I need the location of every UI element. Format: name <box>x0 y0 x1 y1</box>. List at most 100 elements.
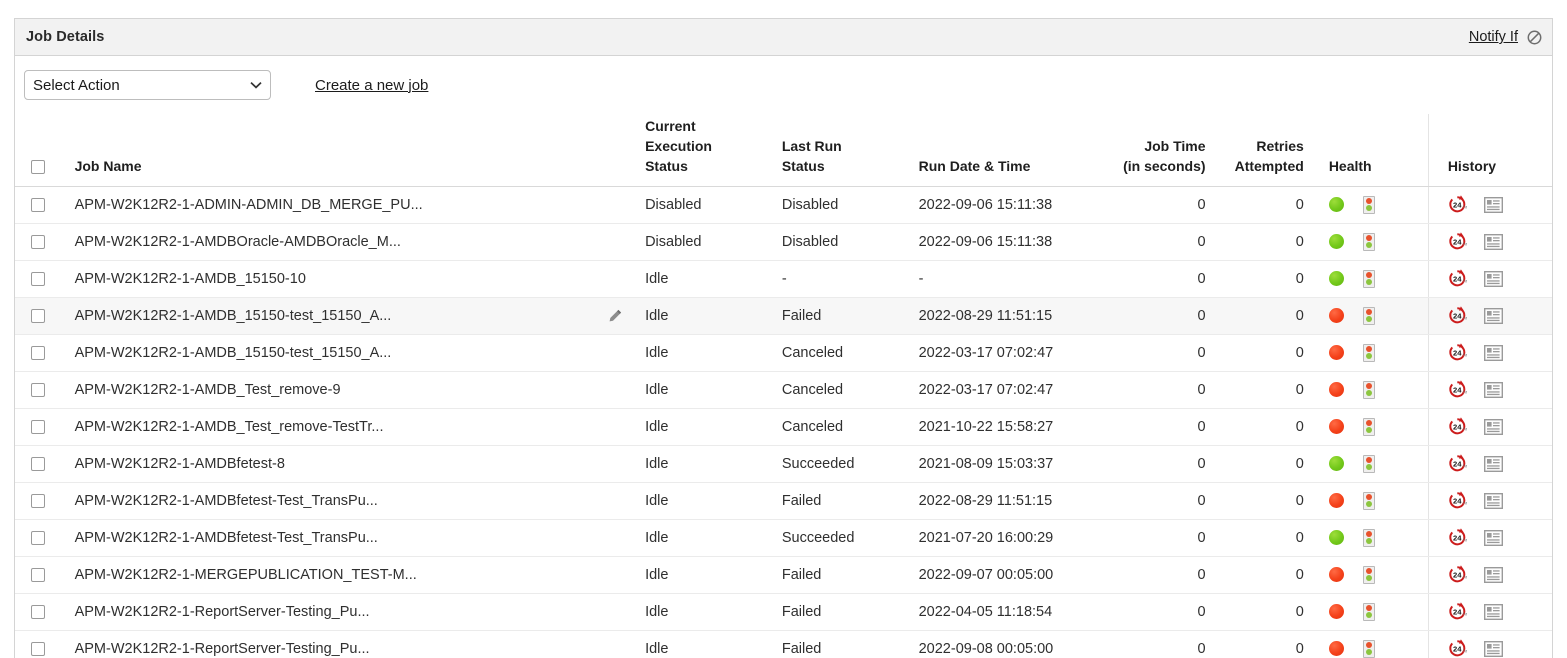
traffic-light-icon[interactable] <box>1363 233 1375 251</box>
table-row[interactable]: APM-W2K12R2-1-AMDB_Test_remove-TestTr...… <box>15 408 1552 445</box>
table-row[interactable]: APM-W2K12R2-1-AMDBfetest-8IdleSucceeded2… <box>15 445 1552 482</box>
traffic-light-icon[interactable] <box>1363 492 1375 510</box>
report-icon[interactable] <box>1484 567 1503 583</box>
report-icon[interactable] <box>1484 271 1503 287</box>
status-dot-icon[interactable] <box>1329 641 1344 656</box>
traffic-light-icon[interactable] <box>1363 603 1375 621</box>
24hr-history-icon[interactable]: 24hr <box>1448 232 1467 251</box>
cell-job-name[interactable]: APM-W2K12R2-1-AMDB_15150-test_15150_A... <box>62 334 637 371</box>
status-dot-icon[interactable] <box>1329 419 1344 434</box>
report-icon[interactable] <box>1484 456 1503 472</box>
traffic-light-icon[interactable] <box>1363 640 1375 658</box>
status-dot-icon[interactable] <box>1329 345 1344 360</box>
row-checkbox[interactable] <box>31 494 45 508</box>
report-icon[interactable] <box>1484 641 1503 657</box>
traffic-light-icon[interactable] <box>1363 455 1375 473</box>
table-row[interactable]: APM-W2K12R2-1-ADMIN-ADMIN_DB_MERGE_PU...… <box>15 186 1552 223</box>
table-row[interactable]: APM-W2K12R2-1-AMDBfetest-Test_TransPu...… <box>15 519 1552 556</box>
cell-job-name[interactable]: APM-W2K12R2-1-AMDB_Test_remove-TestTr... <box>62 408 637 445</box>
table-row[interactable]: APM-W2K12R2-1-AMDB_15150-test_15150_A...… <box>15 297 1552 334</box>
status-dot-icon[interactable] <box>1329 382 1344 397</box>
table-row[interactable]: APM-W2K12R2-1-AMDB_15150-10Idle--0024hr <box>15 260 1552 297</box>
report-icon[interactable] <box>1484 308 1503 324</box>
cell-job-name[interactable]: APM-W2K12R2-1-ReportServer-Testing_Pu... <box>62 593 637 630</box>
24hr-history-icon[interactable]: 24hr <box>1448 306 1467 325</box>
status-dot-icon[interactable] <box>1329 530 1344 545</box>
col-header-run-date-time[interactable]: Run Date & Time <box>911 114 1117 186</box>
pencil-icon[interactable] <box>607 308 623 324</box>
24hr-history-icon[interactable]: 24hr <box>1448 565 1467 584</box>
report-icon[interactable] <box>1484 530 1503 546</box>
traffic-light-icon[interactable] <box>1363 196 1375 214</box>
status-dot-icon[interactable] <box>1329 234 1344 249</box>
report-icon[interactable] <box>1484 234 1503 250</box>
24hr-history-icon[interactable]: 24hr <box>1448 195 1467 214</box>
table-row[interactable]: APM-W2K12R2-1-AMDBOracle-AMDBOracle_M...… <box>15 223 1552 260</box>
row-checkbox[interactable] <box>31 568 45 582</box>
24hr-history-icon[interactable]: 24hr <box>1448 380 1467 399</box>
report-icon[interactable] <box>1484 382 1503 398</box>
cell-job-name[interactable]: APM-W2K12R2-1-AMDB_Test_remove-9 <box>62 371 637 408</box>
cell-job-name[interactable]: APM-W2K12R2-1-ReportServer-Testing_Pu... <box>62 630 637 658</box>
cell-job-name[interactable]: APM-W2K12R2-1-AMDBfetest-Test_TransPu... <box>62 482 637 519</box>
row-checkbox[interactable] <box>31 235 45 249</box>
col-header-retries-attempted[interactable]: Retries Attempted <box>1215 114 1313 186</box>
status-dot-icon[interactable] <box>1329 271 1344 286</box>
traffic-light-icon[interactable] <box>1363 418 1375 436</box>
table-row[interactable]: APM-W2K12R2-1-ReportServer-Testing_Pu...… <box>15 630 1552 658</box>
24hr-history-icon[interactable]: 24hr <box>1448 491 1467 510</box>
status-dot-icon[interactable] <box>1329 493 1344 508</box>
table-row[interactable]: APM-W2K12R2-1-ReportServer-Testing_Pu...… <box>15 593 1552 630</box>
row-checkbox[interactable] <box>31 642 45 656</box>
24hr-history-icon[interactable]: 24hr <box>1448 639 1467 658</box>
col-header-history[interactable]: History <box>1428 114 1552 186</box>
report-icon[interactable] <box>1484 197 1503 213</box>
row-checkbox[interactable] <box>31 457 45 471</box>
traffic-light-icon[interactable] <box>1363 270 1375 288</box>
col-header-health[interactable]: Health <box>1313 114 1429 186</box>
cell-job-name[interactable]: APM-W2K12R2-1-AMDBfetest-Test_TransPu... <box>62 519 637 556</box>
row-checkbox[interactable] <box>31 198 45 212</box>
select-action-dropdown[interactable]: Select Action <box>24 70 271 100</box>
traffic-light-icon[interactable] <box>1363 381 1375 399</box>
table-row[interactable]: APM-W2K12R2-1-AMDBfetest-Test_TransPu...… <box>15 482 1552 519</box>
row-checkbox[interactable] <box>31 531 45 545</box>
24hr-history-icon[interactable]: 24hr <box>1448 343 1467 362</box>
cell-job-name[interactable]: APM-W2K12R2-1-MERGEPUBLICATION_TEST-M... <box>62 556 637 593</box>
status-dot-icon[interactable] <box>1329 604 1344 619</box>
24hr-history-icon[interactable]: 24hr <box>1448 602 1467 621</box>
traffic-light-icon[interactable] <box>1363 344 1375 362</box>
cell-job-name[interactable]: APM-W2K12R2-1-AMDBOracle-AMDBOracle_M... <box>62 223 637 260</box>
report-icon[interactable] <box>1484 604 1503 620</box>
traffic-light-icon[interactable] <box>1363 566 1375 584</box>
row-checkbox[interactable] <box>31 383 45 397</box>
table-row[interactable]: APM-W2K12R2-1-MERGEPUBLICATION_TEST-M...… <box>15 556 1552 593</box>
create-a-new-job-link[interactable]: Create a new job <box>315 77 428 94</box>
status-dot-icon[interactable] <box>1329 567 1344 582</box>
traffic-light-icon[interactable] <box>1363 529 1375 547</box>
report-icon[interactable] <box>1484 493 1503 509</box>
cell-job-name[interactable]: APM-W2K12R2-1-AMDBfetest-8 <box>62 445 637 482</box>
status-dot-icon[interactable] <box>1329 456 1344 471</box>
status-dot-icon[interactable] <box>1329 197 1344 212</box>
24hr-history-icon[interactable]: 24hr <box>1448 528 1467 547</box>
col-header-job-time[interactable]: Job Time (in seconds) <box>1116 114 1214 186</box>
24hr-history-icon[interactable]: 24hr <box>1448 417 1467 436</box>
select-all-checkbox[interactable] <box>31 160 45 174</box>
col-header-last-run-status[interactable]: Last Run Status <box>774 114 911 186</box>
row-checkbox[interactable] <box>31 420 45 434</box>
status-dot-icon[interactable] <box>1329 308 1344 323</box>
col-header-job-name[interactable]: Job Name <box>62 114 637 186</box>
col-header-current-execution-status[interactable]: Current Execution Status <box>637 114 774 186</box>
cell-job-name[interactable]: APM-W2K12R2-1-AMDB_15150-test_15150_A... <box>62 297 637 334</box>
row-checkbox[interactable] <box>31 272 45 286</box>
report-icon[interactable] <box>1484 345 1503 361</box>
24hr-history-icon[interactable]: 24hr <box>1448 269 1467 288</box>
report-icon[interactable] <box>1484 419 1503 435</box>
row-checkbox[interactable] <box>31 309 45 323</box>
24hr-history-icon[interactable]: 24hr <box>1448 454 1467 473</box>
row-checkbox[interactable] <box>31 605 45 619</box>
notify-if-link[interactable]: Notify If <box>1469 29 1518 45</box>
cell-job-name[interactable]: APM-W2K12R2-1-ADMIN-ADMIN_DB_MERGE_PU... <box>62 186 637 223</box>
row-checkbox[interactable] <box>31 346 45 360</box>
